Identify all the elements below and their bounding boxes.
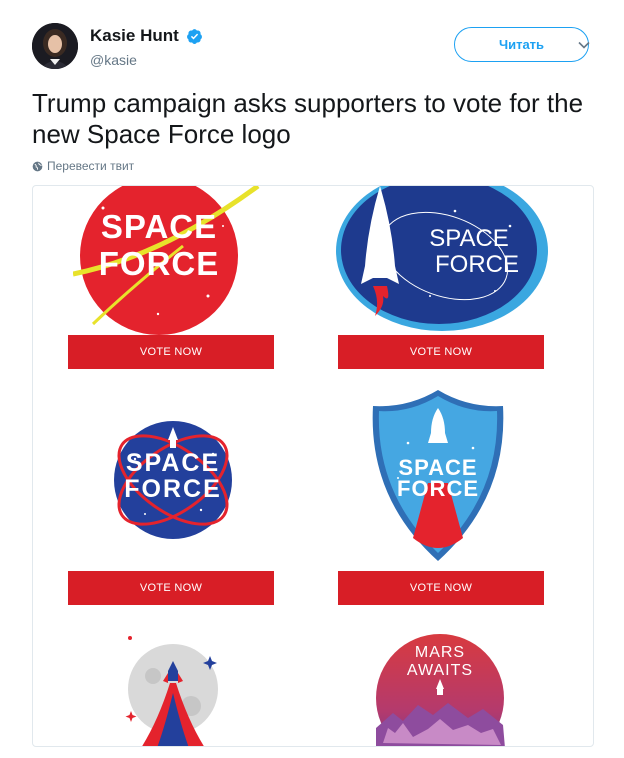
logo-orbit-circle: SPACE FORCE bbox=[114, 421, 232, 539]
logo-3-line2: FORCE bbox=[124, 475, 222, 503]
logo-6-line1: MARS bbox=[415, 644, 465, 661]
logo-2-line2: FORCE bbox=[435, 251, 519, 278]
user-handle[interactable]: @kasie bbox=[90, 52, 203, 68]
vote-now-button-2[interactable]: VOTE NOW bbox=[338, 335, 544, 369]
logo-6-line2: AWAITS bbox=[407, 662, 473, 679]
vote-now-button-1[interactable]: VOTE NOW bbox=[68, 335, 274, 369]
logo-2-line1: SPACE bbox=[429, 225, 509, 252]
logo-1-line1: SPACE bbox=[101, 208, 217, 245]
chevron-down-icon[interactable] bbox=[577, 38, 591, 52]
vote-now-button-4[interactable]: VOTE NOW bbox=[338, 571, 544, 605]
logo-moon-rocket bbox=[125, 636, 218, 746]
verified-badge-icon bbox=[187, 28, 203, 44]
display-name[interactable]: Kasie Hunt bbox=[90, 26, 179, 46]
logo-red-circle: SPACE FORCE bbox=[73, 186, 260, 335]
logo-shield: SPACE FORCE bbox=[372, 390, 504, 561]
globe-icon bbox=[32, 161, 43, 171]
translate-tweet-link[interactable]: Перевести твит bbox=[32, 159, 134, 173]
tweet-media[interactable]: SPACE FORCE VOTE NOW SPACE FORCE VOTE NO… bbox=[32, 185, 594, 747]
logo-1-line2: FORCE bbox=[99, 245, 220, 282]
logo-4-line2: FORCE bbox=[397, 476, 479, 501]
translate-label: Перевести твит bbox=[47, 159, 135, 173]
logo-3-line1: SPACE bbox=[126, 449, 220, 477]
logo-blue-rocket: SPACE FORCE bbox=[336, 186, 548, 331]
name-block: Kasie Hunt @kasie bbox=[90, 26, 203, 68]
avatar[interactable] bbox=[32, 23, 78, 69]
follow-button[interactable]: Читать bbox=[454, 27, 589, 62]
tweet-header: Kasie Hunt @kasie Читать bbox=[32, 20, 592, 72]
logo-mars-awaits: MARS AWAITS bbox=[376, 634, 505, 746]
tweet-text: Trump campaign asks supporters to vote f… bbox=[32, 88, 584, 149]
vote-now-button-3[interactable]: VOTE NOW bbox=[68, 571, 274, 605]
